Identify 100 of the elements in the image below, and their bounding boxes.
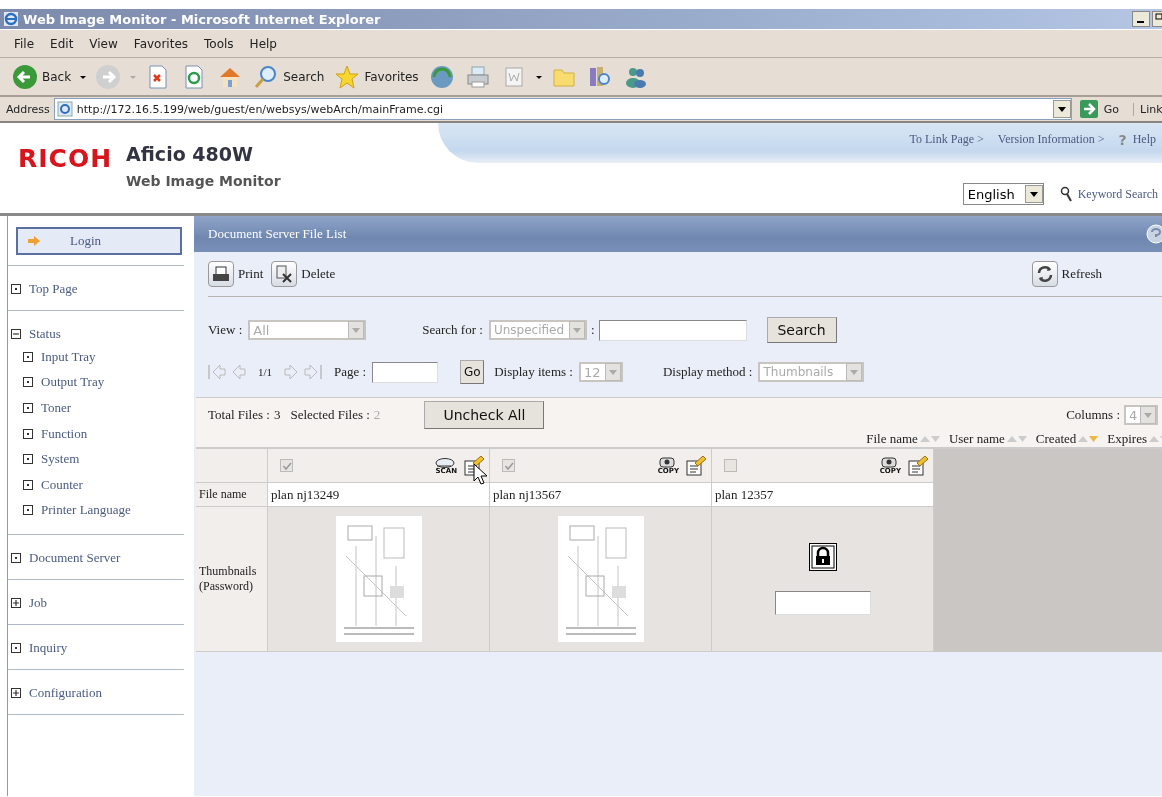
sort-column-link[interactable]: Expires: [1107, 430, 1147, 447]
plus-icon[interactable]: [11, 687, 21, 698]
toolbar-button[interactable]: Search: [251, 63, 327, 90]
checkbox[interactable]: [724, 459, 737, 472]
nav-link[interactable]: Top Page: [29, 280, 78, 297]
address-label: Address: [6, 102, 50, 116]
nav-link[interactable]: Output Tray: [41, 374, 105, 391]
arrow-icon: [1079, 100, 1098, 118]
product-name: Web Image Monitor: [126, 173, 281, 189]
refresh-icon: [1031, 261, 1058, 287]
nav-link[interactable]: Toner: [41, 400, 72, 416]
cursor-icon: [473, 463, 487, 485]
menu-item[interactable]: File: [6, 36, 43, 51]
arrow-icon: [28, 236, 40, 246]
search-button[interactable]: Search: [766, 317, 837, 343]
help-icon: ?: [1118, 132, 1127, 148]
menu-item[interactable]: Tools: [196, 36, 242, 51]
action-button[interactable]: Delete: [271, 261, 336, 287]
restore-button[interactable]: [1152, 11, 1162, 27]
star-icon: [334, 63, 361, 90]
bullet-icon: [23, 479, 33, 490]
checkbox[interactable]: [502, 459, 515, 472]
nav-link[interactable]: Configuration: [29, 684, 102, 701]
search-field[interactable]: [598, 319, 747, 341]
field-label: Search for :: [422, 322, 483, 338]
toolbar-button[interactable]: Back: [10, 63, 74, 90]
menu-item[interactable]: Edit: [42, 36, 82, 51]
sort-column-link[interactable]: File name: [866, 430, 918, 447]
bullet-icon: [23, 377, 33, 388]
nav-link[interactable]: Document Server: [29, 549, 121, 566]
field-label: View :: [208, 322, 243, 338]
password-field[interactable]: [774, 591, 871, 615]
nav-link[interactable]: System: [41, 451, 80, 468]
field-label: Display method :: [662, 364, 753, 380]
edit-properties-icon[interactable]: [685, 454, 707, 477]
ricoh-logo: RICOH: [18, 146, 113, 171]
menu-item[interactable]: Help: [241, 36, 285, 51]
edit-properties-icon[interactable]: [907, 454, 929, 477]
magnifier-icon: [1059, 186, 1072, 202]
row-label: File name: [196, 483, 268, 507]
checkbox[interactable]: [280, 459, 293, 472]
menu-item[interactable]: Favorites: [125, 36, 197, 51]
field-label: Page :: [334, 364, 367, 380]
go-button[interactable]: Go: [1071, 100, 1133, 118]
bullet-icon: [23, 428, 33, 439]
first-page-icon[interactable]: [208, 363, 226, 381]
total-files-count: 3: [273, 407, 281, 423]
file-name-cell: plan 12357: [712, 483, 934, 507]
nav-link[interactable]: Input Tray: [41, 348, 96, 365]
uncheck-all-button[interactable]: Uncheck All: [424, 401, 545, 429]
go-button[interactable]: Go: [460, 360, 485, 384]
nav-link[interactable]: Status: [29, 325, 61, 342]
minimize-button[interactable]: [1132, 11, 1150, 27]
model-name: Aficio 480W: [126, 143, 254, 165]
columns-label: Columns :: [1066, 407, 1120, 423]
bullet-icon: [23, 454, 33, 465]
padlock-icon: [808, 543, 837, 571]
plus-icon[interactable]: [11, 597, 21, 608]
sort-column-link[interactable]: Created: [1035, 430, 1077, 447]
back-icon: [12, 63, 38, 90]
file-name-cell: plan nj13249: [268, 483, 490, 507]
nav-link[interactable]: Inquiry: [29, 639, 68, 656]
address-field[interactable]: http://172.16.5.199/web/guest/en/websys/webArch/mainFrame.cgi: [53, 98, 1072, 120]
toolbar-button[interactable]: Favorites: [332, 63, 421, 90]
page-field[interactable]: [372, 361, 439, 383]
language-select[interactable]: English: [962, 183, 1044, 205]
media-icon: [428, 63, 455, 90]
keyword-search-link[interactable]: Keyword Search: [1077, 186, 1158, 202]
bullet-icon: [11, 283, 21, 294]
selected-files-label: Selected Files :: [290, 407, 370, 423]
last-page-icon[interactable]: [304, 363, 323, 381]
field-label: :: [590, 322, 595, 338]
row-label: Thumbnails (Password): [196, 507, 268, 652]
nav-link[interactable]: Job: [29, 594, 48, 611]
file-name-cell: plan nj13567: [490, 483, 712, 507]
minus-icon[interactable]: [11, 328, 21, 339]
help-link[interactable]: Help: [1132, 132, 1156, 147]
nav-link[interactable]: Function: [41, 425, 88, 442]
login-button[interactable]: Login: [16, 227, 182, 255]
bullet-icon: [23, 505, 33, 516]
sort-arrows-icon[interactable]: [1077, 433, 1100, 444]
dropdown-icon[interactable]: [1052, 100, 1071, 118]
menu-item[interactable]: View: [81, 36, 126, 51]
forward-icon: [95, 63, 122, 90]
dropdown-icon: [568, 321, 585, 339]
printer-icon: [464, 63, 491, 90]
header-link[interactable]: Version Information >: [997, 132, 1105, 147]
nav-link[interactable]: Printer Language: [41, 502, 131, 519]
help-icon[interactable]: [1144, 224, 1162, 244]
dropdown-icon: [1024, 185, 1043, 203]
dropdown-icon: [1140, 406, 1156, 424]
refresh-button[interactable]: Refresh: [1031, 261, 1102, 287]
dropdown-icon: [846, 363, 863, 381]
links-label[interactable]: Link: [1133, 102, 1162, 116]
action-button[interactable]: Print: [208, 261, 264, 287]
header-link[interactable]: To Link Page >: [909, 132, 984, 147]
nav-link[interactable]: Counter: [41, 476, 83, 493]
bullet-icon: [23, 403, 33, 413]
sort-column-link[interactable]: User name: [948, 430, 1005, 447]
selected-files-count: 2: [373, 407, 381, 423]
